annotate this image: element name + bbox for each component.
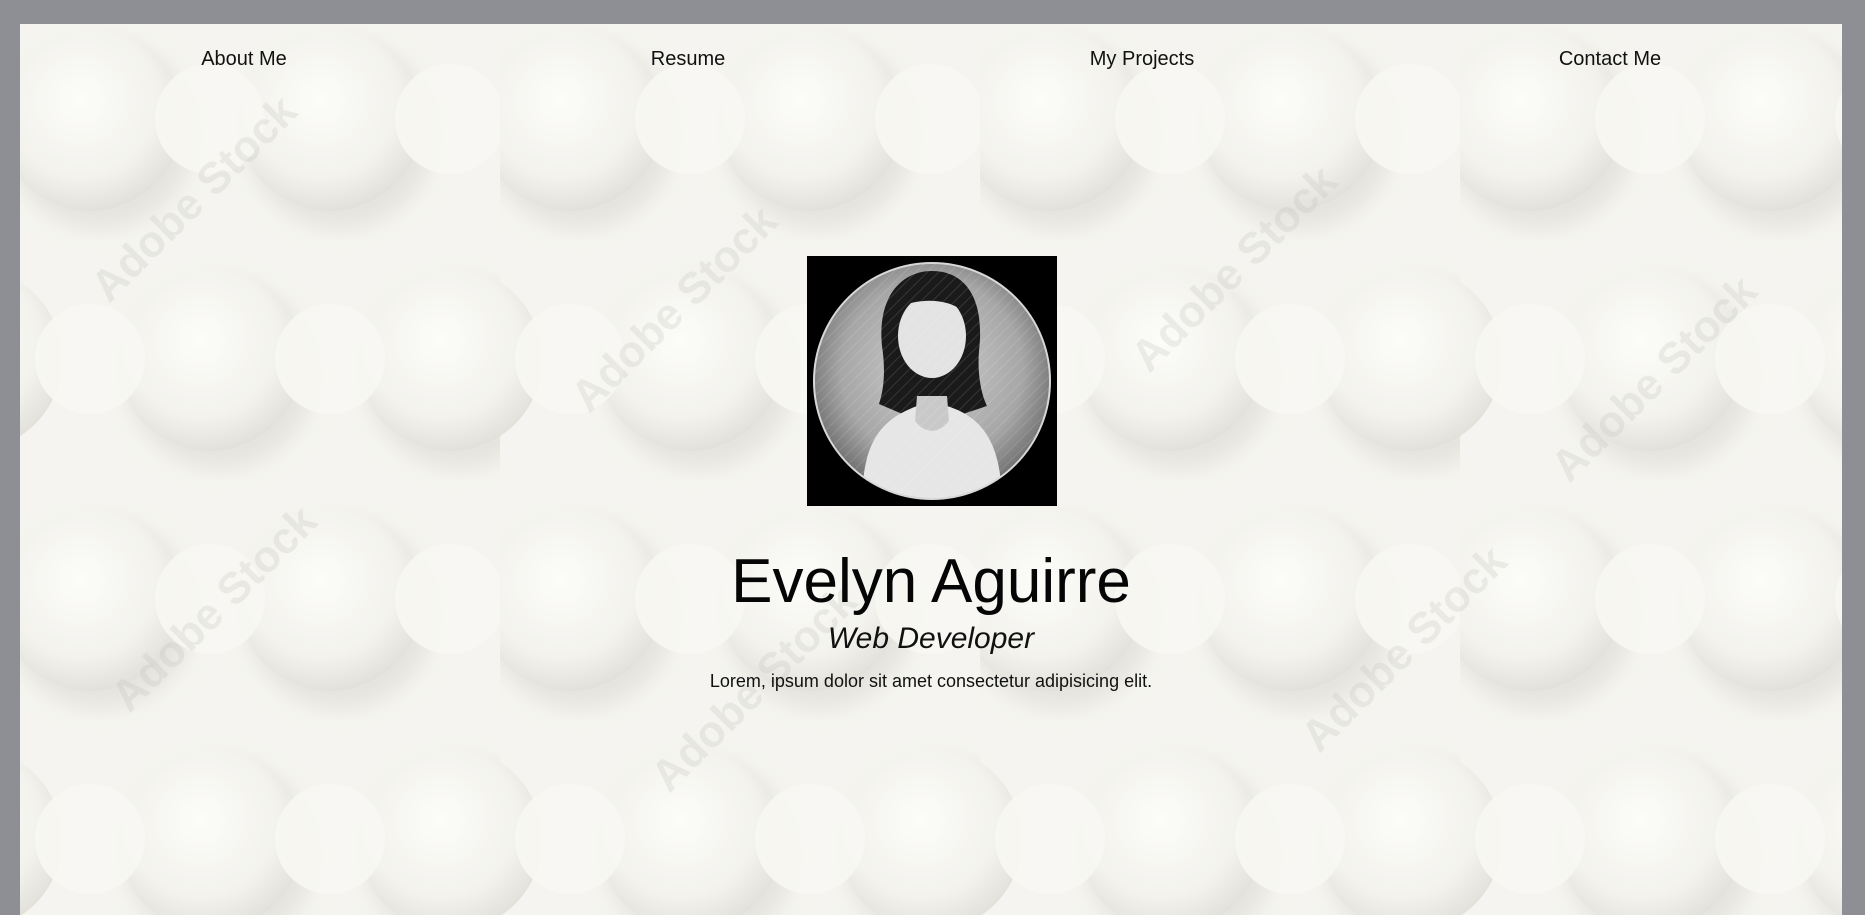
profile-role: Web Developer	[827, 622, 1035, 655]
profile-tagline: Lorem, ipsum dolor sit amet consectetur …	[709, 671, 1153, 691]
profile-name: Evelyn Aguirre	[731, 547, 1131, 616]
page: Adobe Stock Adobe Stock Adobe Stock Adob…	[20, 24, 1842, 915]
hero-section: Evelyn Aguirre Web Developer Lorem, ipsu…	[20, 24, 1842, 915]
female-avatar-icon	[807, 256, 1057, 506]
avatar	[807, 256, 1057, 506]
